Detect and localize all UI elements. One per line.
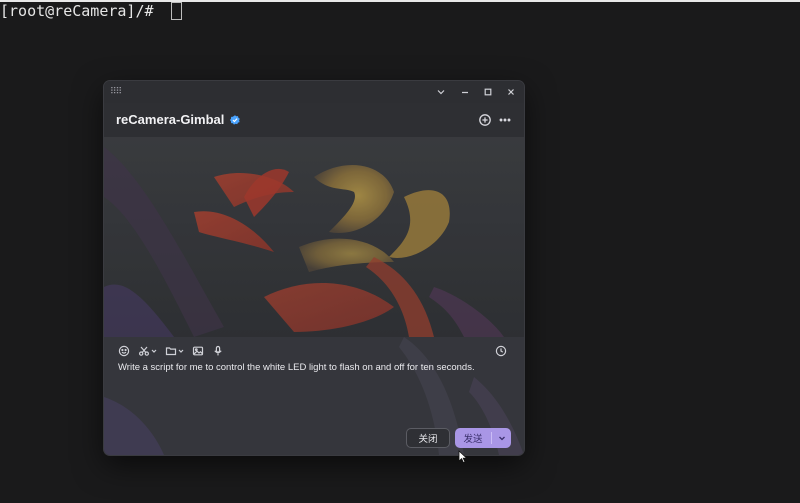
emoji-icon[interactable] [118, 342, 130, 360]
send-button[interactable]: 发送 [455, 428, 511, 448]
more-icon[interactable] [496, 111, 514, 129]
grip-dots-icon[interactable]: ⠿⠿ [110, 87, 122, 97]
message-composer: Write a script for me to control the whi… [104, 337, 524, 455]
mouse-pointer-icon [458, 450, 468, 464]
app-title-group: reCamera-Gimbal [116, 112, 241, 127]
microphone-icon[interactable] [212, 342, 224, 360]
folder-icon[interactable] [165, 342, 184, 360]
send-button-label[interactable]: 发送 [455, 431, 491, 445]
new-chat-icon[interactable] [476, 111, 494, 129]
verified-badge-icon [230, 114, 241, 125]
history-icon[interactable] [492, 342, 510, 360]
message-input[interactable]: Write a script for me to control the whi… [118, 361, 510, 375]
terminal-prompt: [root@reCamera]/# [0, 2, 163, 20]
chat-window: ⠿⠿ reCamera-Gimbal Write a script for me… [104, 81, 524, 455]
image-icon[interactable] [192, 342, 204, 360]
composer-toolbar [118, 342, 224, 360]
send-options-chevron-icon[interactable] [492, 434, 511, 442]
window-titlebar[interactable]: ⠿⠿ [104, 81, 524, 103]
maximize-icon[interactable] [477, 83, 499, 101]
app-title: reCamera-Gimbal [116, 112, 225, 127]
chat-header: reCamera-Gimbal [104, 103, 524, 137]
wallpaper-artwork [104, 137, 524, 337]
scissors-icon[interactable] [138, 342, 157, 360]
chevron-down-icon[interactable] [430, 83, 452, 101]
close-icon[interactable] [500, 83, 522, 101]
terminal-prompt-line: [root@reCamera]/# [0, 0, 182, 22]
terminal-cursor [170, 2, 182, 20]
minimize-icon[interactable] [454, 83, 476, 101]
close-button[interactable]: 关闭 [406, 428, 450, 448]
